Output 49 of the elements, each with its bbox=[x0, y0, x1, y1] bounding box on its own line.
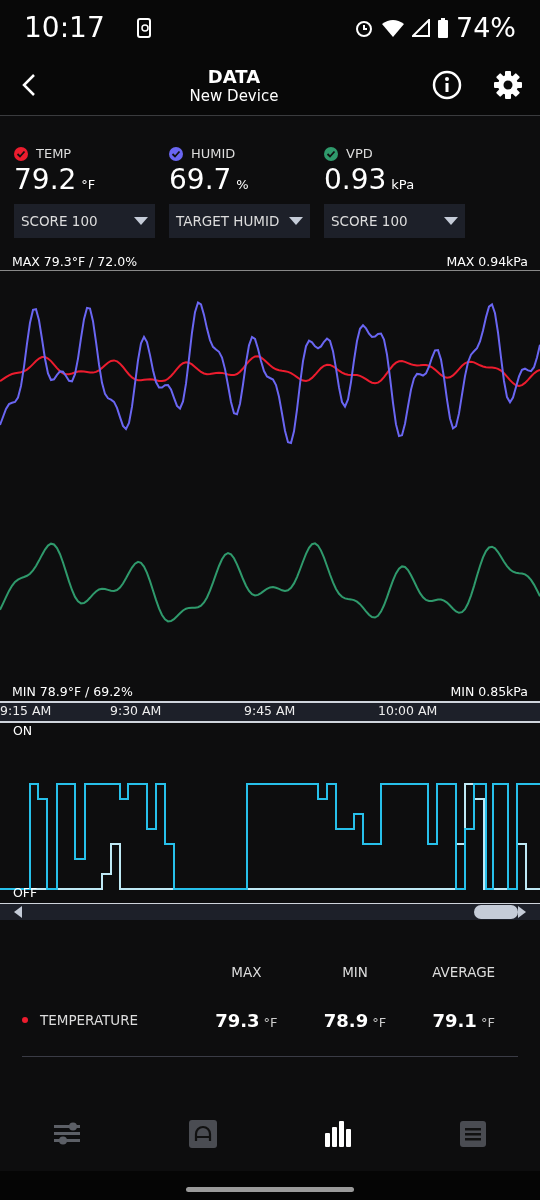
battery-level: 74% bbox=[456, 12, 516, 43]
scroll-left-icon[interactable] bbox=[14, 906, 22, 918]
phone-sync-icon bbox=[136, 17, 151, 38]
score-dropdown[interactable]: TARGET HUMID bbox=[169, 204, 310, 238]
sensor-label: HUMID bbox=[191, 146, 236, 161]
score-dropdown[interactable]: SCORE 100 bbox=[14, 204, 155, 238]
row-label: TEMPERATURE bbox=[40, 1012, 139, 1028]
max-reading: MAX 0.94kPa bbox=[446, 254, 528, 269]
caret-icon bbox=[444, 217, 458, 225]
caret-icon bbox=[289, 217, 303, 225]
sensor-unit: °F bbox=[81, 177, 96, 192]
device-name: New Device bbox=[189, 86, 279, 105]
sensor-value: 0.93 bbox=[324, 163, 387, 196]
battery-icon bbox=[438, 17, 448, 38]
sensor-value: 69.7 bbox=[169, 163, 232, 196]
settings-icon[interactable] bbox=[494, 71, 522, 99]
time-label: 9:45 AM bbox=[244, 703, 296, 718]
sliders-icon[interactable] bbox=[53, 1121, 82, 1146]
column-header: AVERAGE bbox=[431, 964, 497, 980]
status-time: 10:17 bbox=[24, 11, 105, 44]
off-label: OFF bbox=[13, 885, 38, 900]
column-header: MIN bbox=[341, 964, 369, 980]
caret-icon bbox=[134, 217, 148, 225]
signal-icon bbox=[412, 18, 430, 37]
stat-unit: °F bbox=[263, 1014, 278, 1030]
info-icon[interactable] bbox=[432, 70, 462, 100]
max-reading: MAX 79.3°F / 72.0% bbox=[12, 254, 137, 269]
score-dropdown[interactable]: SCORE 100 bbox=[324, 204, 465, 238]
stat-value: 79.3 bbox=[215, 1009, 260, 1031]
sensor-label: VPD bbox=[346, 146, 373, 161]
screen-title: DATA bbox=[207, 65, 261, 87]
stat-value: 79.1 bbox=[432, 1009, 477, 1031]
time-label: 9:15 AM bbox=[0, 703, 52, 718]
stat-unit: °F bbox=[480, 1014, 495, 1030]
sensor-value: 79.2 bbox=[14, 163, 77, 196]
min-reading: MIN 0.85kPa bbox=[450, 684, 528, 699]
stat-value: 78.9 bbox=[323, 1009, 369, 1031]
time-label: 9:30 AM bbox=[110, 703, 162, 718]
time-label: 10:00 AM bbox=[378, 703, 438, 718]
sensor-label: TEMP bbox=[36, 146, 72, 161]
bar-chart-icon[interactable] bbox=[324, 1120, 351, 1147]
on-label: ON bbox=[13, 723, 33, 738]
sensor-unit: % bbox=[236, 177, 249, 192]
back-icon[interactable] bbox=[22, 73, 36, 97]
column-header: MAX bbox=[230, 964, 263, 980]
wifi-icon bbox=[382, 18, 404, 37]
min-reading: MIN 78.9°F / 69.2% bbox=[12, 684, 133, 699]
sensor-unit: kPa bbox=[391, 177, 415, 192]
stat-unit: °F bbox=[372, 1014, 387, 1030]
